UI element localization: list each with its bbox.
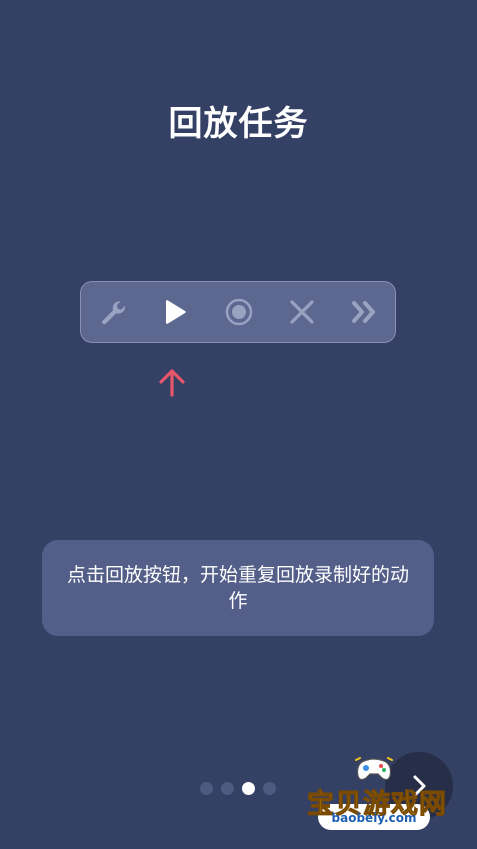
toolbar-close-button[interactable] [272,282,332,342]
watermark-url: baobeiy.com [331,811,417,825]
record-icon [225,298,253,326]
close-icon [290,300,314,324]
play-icon [166,300,186,324]
hint-text: 点击回放按钮，开始重复回放录制好的动作 [66,564,409,612]
hint-box: 点击回放按钮，开始重复回放录制好的动作 [42,540,434,636]
page-dot-3-active[interactable] [242,782,255,795]
page-title: 回放任务 [168,104,309,144]
watermark-logo: 宝贝游戏网 baobeiy.com [300,752,450,844]
toolbar-play-button[interactable] [145,282,205,342]
toolbar-collapse-button[interactable] [335,282,395,342]
gamepad-icon [355,757,393,781]
floating-toolbar [80,281,396,343]
wrench-icon [102,301,126,325]
toolbar-record-button[interactable] [209,282,269,342]
onboarding-screen: 回放任务 点击回放按钮，开始重复回放录制好的动作 宝贝游戏网 baobeiy.c… [0,0,477,849]
page-dot-2[interactable] [221,782,234,795]
page-dot-1[interactable] [200,782,213,795]
page-dot-4[interactable] [263,782,276,795]
arrow-up-icon [159,369,185,397]
fast-forward-icon [352,301,375,323]
toolbar-settings-button[interactable] [83,282,143,342]
